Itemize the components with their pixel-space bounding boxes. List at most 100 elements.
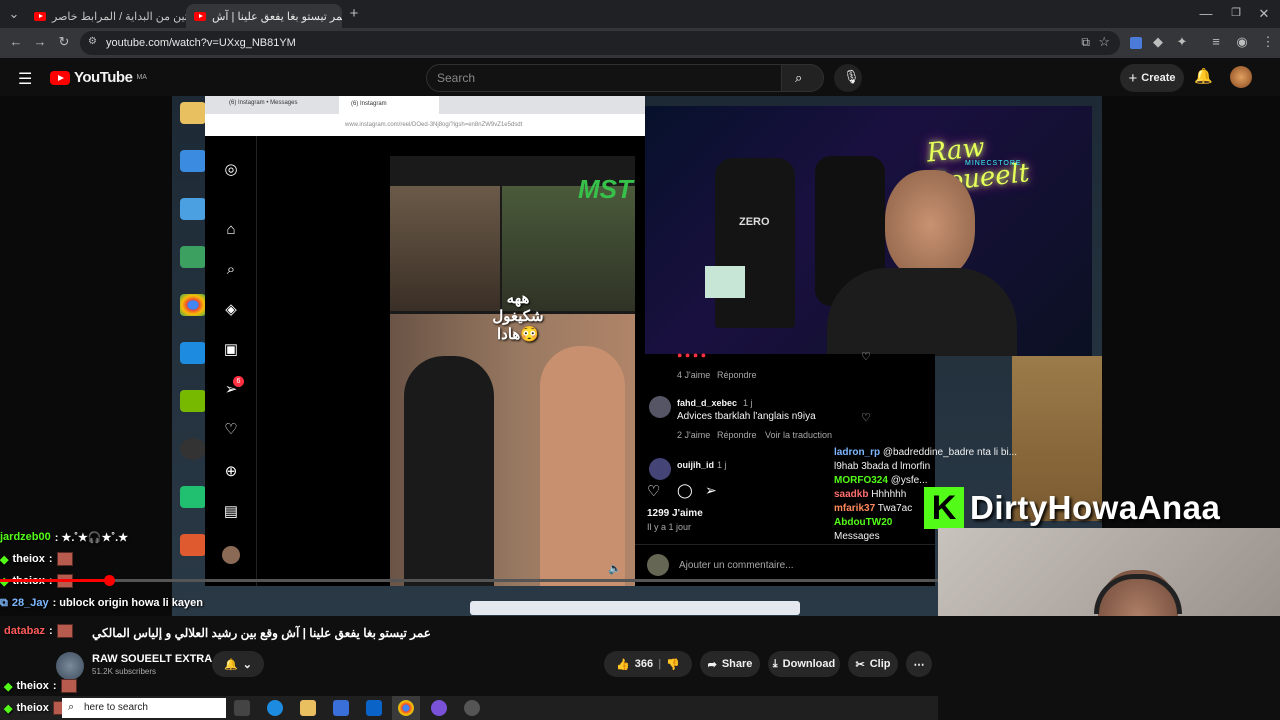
progress-scrubber-handle[interactable] — [104, 575, 115, 586]
maximize-icon[interactable]: ❐ — [1228, 6, 1244, 19]
cast-icon[interactable]: ⧉ — [1081, 35, 1090, 50]
address-bar-row: ← → ↻ ⚙ youtube.com/watch?v=UXxg_NB81YM … — [0, 28, 1280, 58]
browser-tab-2[interactable]: عمر تيستو بغا يفعق علينا | آش ✕ — [186, 4, 342, 28]
chrome-menu-icon[interactable]: ⋮ — [1260, 34, 1276, 50]
insta-tab-2: (6) Instagram — [339, 96, 439, 114]
new-tab-button[interactable]: + — [346, 5, 362, 22]
video-progress-bar[interactable] — [0, 579, 938, 582]
store-icon[interactable] — [333, 700, 349, 716]
instagram-window: (6) Instagram • Messages (6) Instagram w… — [205, 96, 645, 586]
like-comment-icon[interactable]: ♡ — [861, 350, 871, 363]
more-actions-button[interactable]: ⋯ — [906, 651, 932, 677]
back-icon[interactable]: ← — [8, 34, 24, 49]
reply-link[interactable]: Répondre — [717, 430, 757, 440]
task-view-icon[interactable] — [234, 700, 250, 716]
dashboard-icon[interactable]: ▤ — [221, 502, 241, 522]
subscribed-bell-button[interactable]: 🔔 ⌄ — [212, 651, 264, 677]
edge-icon[interactable] — [267, 700, 283, 716]
forward-icon[interactable]: → — [32, 34, 48, 49]
emote-icon — [56, 552, 73, 566]
bookmark-star-icon[interactable]: ☆ — [1098, 34, 1110, 50]
home-icon[interactable]: ⌂ — [221, 220, 241, 240]
subscriber-count: 51.2K subscribers — [92, 667, 157, 676]
thumbs-down-icon[interactable]: 👎 — [666, 658, 680, 671]
account-avatar[interactable] — [1230, 66, 1252, 88]
reply-link[interactable]: Répondre — [717, 370, 757, 380]
close-window-icon[interactable]: ✕ — [1256, 6, 1272, 22]
url-field[interactable]: ⚙ youtube.com/watch?v=UXxg_NB81YM ⧉ ☆ — [80, 31, 1120, 55]
emoji-row: ● ● ● ● — [677, 350, 707, 360]
side-chat-line: ◆theiox: — [4, 675, 77, 697]
chrome-icon[interactable] — [398, 700, 414, 716]
extension-icon[interactable]: ◆ — [1150, 34, 1166, 50]
mute-icon[interactable]: 🔈 — [608, 562, 622, 575]
comment-user[interactable]: ouijih_id — [677, 460, 714, 470]
chat-user: AbdouTW20 — [834, 517, 893, 528]
app-icon[interactable] — [431, 700, 447, 716]
tab-title: عمر تيستو بغا يفعق علينا | آش — [212, 10, 342, 23]
share-arrow-icon: ➦ — [707, 658, 717, 671]
overlay-name: DirtyHowaAnaa — [970, 489, 1221, 526]
create-button[interactable]: + Create — [1120, 64, 1184, 92]
clip-label: Clip — [869, 658, 891, 670]
reels-icon[interactable]: ▣ — [221, 340, 241, 360]
search-icon: ⌕ — [68, 701, 75, 713]
streamer-face — [885, 170, 975, 280]
reload-icon[interactable]: ↻ — [56, 34, 72, 50]
browser-tab-1[interactable]: سنتين من البداية / المرابط خاصر ✕ — [26, 4, 186, 28]
like-comment-icon[interactable]: ♡ — [861, 411, 871, 424]
reel-man-tank — [404, 356, 494, 586]
voice-search-button[interactable]: 🎙 — [834, 64, 862, 92]
channel-name[interactable]: RAW SOUEELT EXTRA — [92, 653, 212, 665]
streamer-webcam: Raw Soueelt MINECSTORE ZERO — [645, 106, 1092, 356]
like-icon[interactable]: ♡ — [647, 482, 660, 500]
chat-user: ladron_rp — [834, 447, 881, 458]
notifications-heart-icon[interactable]: ♡ — [221, 420, 241, 440]
reel-brand: MST — [578, 174, 633, 204]
comment-user[interactable]: fahd_d_xebec — [677, 398, 737, 408]
instagram-logo-icon[interactable]: ◎ — [221, 160, 241, 180]
download-button[interactable]: ⤓ Download — [768, 651, 840, 677]
outlook-icon[interactable] — [366, 700, 382, 716]
chat-message: @badreddine_badre nta li bi... — [882, 447, 1018, 458]
explore-compass-icon[interactable]: ◈ — [221, 300, 241, 320]
translate-link[interactable]: Voir la traduction — [765, 430, 832, 440]
youtube-logo[interactable]: YouTube MA — [50, 69, 147, 86]
desktop-download-icon — [180, 246, 206, 268]
video-player[interactable]: (6) Instagram • Messages (6) Instagram w… — [0, 96, 1280, 616]
chat-line: ladron_rp @badreddine_badre nta li bi... — [834, 446, 1060, 460]
tab-list-icon[interactable]: ≡ — [1208, 34, 1224, 49]
gaming-chair — [715, 158, 795, 328]
search-button[interactable]: ⌕ — [782, 64, 824, 92]
tab-search-icon[interactable]: ⌄ — [6, 6, 22, 22]
reel-video[interactable]: MST ههه شكيغول هادا😳 🔈 — [390, 156, 635, 586]
comment-icon[interactable]: ◯ — [677, 482, 693, 499]
chat-message: : — [52, 680, 57, 692]
clip-button[interactable]: ✂ Clip — [848, 651, 898, 677]
share-icon[interactable]: ➢ — [705, 482, 717, 499]
chat-message: : — [48, 625, 53, 637]
search-input[interactable]: Search — [426, 64, 782, 92]
obs-icon[interactable] — [464, 700, 480, 716]
reel-man-shirtless — [540, 346, 625, 586]
site-info-icon[interactable]: ⚙ — [88, 36, 97, 47]
create-post-icon[interactable]: ⊕ — [221, 462, 241, 482]
streamer-shirt — [827, 268, 1017, 356]
translate-extension-icon[interactable] — [1130, 37, 1142, 49]
share-button[interactable]: ➦ Share — [700, 651, 760, 677]
profile-icon[interactable]: ◉ — [1234, 34, 1250, 50]
notifications-bell-icon[interactable]: 🔔 — [1194, 67, 1213, 85]
extensions-puzzle-icon[interactable]: ✦ — [1174, 34, 1190, 50]
taskbar-search-box[interactable]: ⌕ here to search — [62, 698, 226, 718]
file-explorer-icon[interactable] — [300, 700, 316, 716]
add-comment-input[interactable]: Ajouter un commentaire... — [679, 560, 794, 571]
hamburger-menu-icon[interactable]: ☰ — [18, 69, 32, 89]
kick-logo: K — [924, 487, 964, 529]
thumbs-up-icon[interactable]: 👍 — [616, 658, 630, 671]
insta-url: www.instagram.com/reel/DOed-3Nj8og/?igsh… — [205, 114, 645, 136]
comment-age: 1 j — [743, 398, 753, 408]
divider — [635, 544, 935, 545]
minimize-icon[interactable]: — — [1198, 6, 1214, 21]
chat-user: 28_Jay — [11, 597, 49, 609]
search-icon[interactable]: ⌕ — [221, 260, 241, 280]
